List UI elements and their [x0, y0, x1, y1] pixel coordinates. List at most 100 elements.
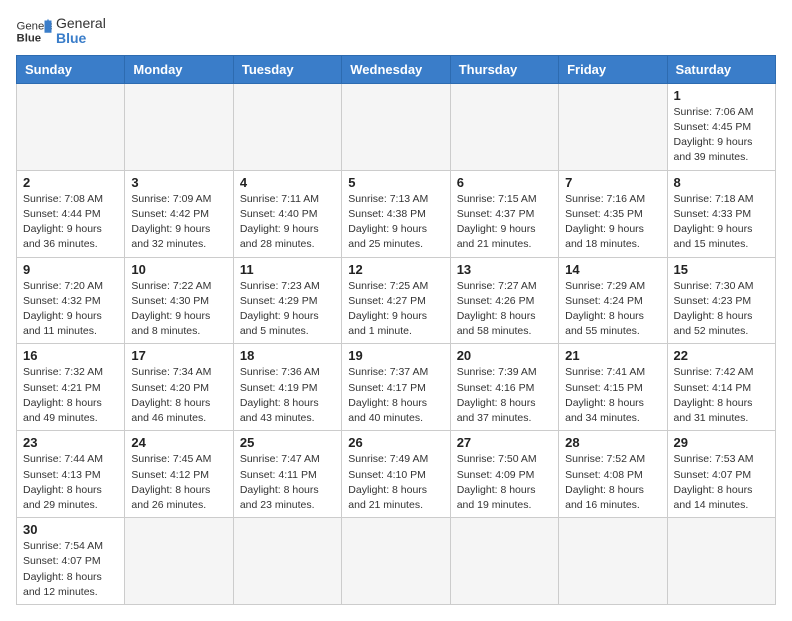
calendar-cell: 18 Sunrise: 7:36 AM Sunset: 4:19 PM Dayli…	[233, 344, 341, 431]
day-info: Sunrise: 7:34 AM Sunset: 4:20 PM Dayligh…	[131, 365, 226, 426]
calendar-cell: 13 Sunrise: 7:27 AM Sunset: 4:26 PM Dayli…	[450, 257, 558, 344]
day-number: 8	[674, 175, 769, 190]
day-number: 1	[674, 88, 769, 103]
calendar-cell	[125, 83, 233, 170]
calendar-cell: 28 Sunrise: 7:52 AM Sunset: 4:08 PM Dayli…	[559, 431, 667, 518]
day-number: 29	[674, 435, 769, 450]
day-info: Sunrise: 7:18 AM Sunset: 4:33 PM Dayligh…	[674, 192, 769, 253]
day-number: 20	[457, 348, 552, 363]
calendar-cell: 30Sunrise: 7:54 AM Sunset: 4:07 PM Dayli…	[17, 518, 125, 605]
calendar-cell: 9Sunrise: 7:20 AM Sunset: 4:32 PM Daylig…	[17, 257, 125, 344]
day-info: Sunrise: 7:09 AM Sunset: 4:42 PM Dayligh…	[131, 192, 226, 253]
day-info: Sunrise: 7:06 AM Sunset: 4:45 PM Dayligh…	[674, 105, 769, 166]
calendar-cell	[125, 518, 233, 605]
calendar-cell: 23Sunrise: 7:44 AM Sunset: 4:13 PM Dayli…	[17, 431, 125, 518]
calendar-cell: 20Sunrise: 7:39 AM Sunset: 4:16 PM Dayli…	[450, 344, 558, 431]
weekday-header-row: SundayMondayTuesdayWednesdayThursdayFrid…	[17, 55, 776, 83]
day-number: 18	[240, 348, 335, 363]
calendar-cell	[17, 83, 125, 170]
day-number: 28	[565, 435, 660, 450]
calendar-cell: 22 Sunrise: 7:42 AM Sunset: 4:14 PM Dayli…	[667, 344, 775, 431]
day-number: 4	[240, 175, 335, 190]
day-number: 27	[457, 435, 552, 450]
day-info: Sunrise: 7:20 AM Sunset: 4:32 PM Dayligh…	[23, 279, 118, 340]
calendar-cell	[559, 518, 667, 605]
day-number: 12	[348, 262, 443, 277]
day-info: Sunrise: 7:42 AM Sunset: 4:14 PM Dayligh…	[674, 365, 769, 426]
day-number: 16	[23, 348, 118, 363]
day-info: Sunrise: 7:41 AM Sunset: 4:15 PM Dayligh…	[565, 365, 660, 426]
calendar-cell: 16 Sunrise: 7:32 AM Sunset: 4:21 PM Dayli…	[17, 344, 125, 431]
week-row-1: 1 Sunrise: 7:06 AM Sunset: 4:45 PM Daylig…	[17, 83, 776, 170]
calendar-cell: 19Sunrise: 7:37 AM Sunset: 4:17 PM Dayli…	[342, 344, 450, 431]
day-info: Sunrise: 7:15 AM Sunset: 4:37 PM Dayligh…	[457, 192, 552, 253]
day-info: Sunrise: 7:52 AM Sunset: 4:08 PM Dayligh…	[565, 452, 660, 513]
calendar-cell: 29 Sunrise: 7:53 AM Sunset: 4:07 PM Dayli…	[667, 431, 775, 518]
calendar-table: SundayMondayTuesdayWednesdayThursdayFrid…	[16, 55, 776, 605]
day-info: Sunrise: 7:54 AM Sunset: 4:07 PM Dayligh…	[23, 539, 118, 600]
day-number: 15	[674, 262, 769, 277]
day-number: 22	[674, 348, 769, 363]
calendar-cell	[342, 83, 450, 170]
week-row-2: 2Sunrise: 7:08 AM Sunset: 4:44 PM Daylig…	[17, 170, 776, 257]
day-number: 17	[131, 348, 226, 363]
calendar-cell: 6Sunrise: 7:15 AM Sunset: 4:37 PM Daylig…	[450, 170, 558, 257]
calendar-cell	[667, 518, 775, 605]
calendar-cell: 25 Sunrise: 7:47 AM Sunset: 4:11 PM Dayli…	[233, 431, 341, 518]
day-number: 26	[348, 435, 443, 450]
weekday-friday: Friday	[559, 55, 667, 83]
calendar-cell: 10Sunrise: 7:22 AM Sunset: 4:30 PM Dayli…	[125, 257, 233, 344]
calendar-cell: 1 Sunrise: 7:06 AM Sunset: 4:45 PM Daylig…	[667, 83, 775, 170]
day-number: 21	[565, 348, 660, 363]
calendar-cell: 12 Sunrise: 7:25 AM Sunset: 4:27 PM Dayli…	[342, 257, 450, 344]
day-number: 23	[23, 435, 118, 450]
calendar-cell: 26 Sunrise: 7:49 AM Sunset: 4:10 PM Dayli…	[342, 431, 450, 518]
day-info: Sunrise: 7:47 AM Sunset: 4:11 PM Dayligh…	[240, 452, 335, 513]
calendar-cell	[342, 518, 450, 605]
day-info: Sunrise: 7:37 AM Sunset: 4:17 PM Dayligh…	[348, 365, 443, 426]
day-number: 7	[565, 175, 660, 190]
weekday-sunday: Sunday	[17, 55, 125, 83]
svg-text:Blue: Blue	[17, 33, 42, 45]
day-info: Sunrise: 7:53 AM Sunset: 4:07 PM Dayligh…	[674, 452, 769, 513]
weekday-monday: Monday	[125, 55, 233, 83]
week-row-3: 9Sunrise: 7:20 AM Sunset: 4:32 PM Daylig…	[17, 257, 776, 344]
day-info: Sunrise: 7:23 AM Sunset: 4:29 PM Dayligh…	[240, 279, 335, 340]
week-row-6: 30Sunrise: 7:54 AM Sunset: 4:07 PM Dayli…	[17, 518, 776, 605]
header: General Blue General Blue	[16, 16, 776, 47]
day-number: 10	[131, 262, 226, 277]
calendar-cell: 15 Sunrise: 7:30 AM Sunset: 4:23 PM Dayli…	[667, 257, 775, 344]
calendar-body: 1 Sunrise: 7:06 AM Sunset: 4:45 PM Daylig…	[17, 83, 776, 604]
calendar-cell: 5Sunrise: 7:13 AM Sunset: 4:38 PM Daylig…	[342, 170, 450, 257]
day-info: Sunrise: 7:36 AM Sunset: 4:19 PM Dayligh…	[240, 365, 335, 426]
calendar-cell: 17 Sunrise: 7:34 AM Sunset: 4:20 PM Dayli…	[125, 344, 233, 431]
calendar-cell	[450, 518, 558, 605]
day-info: Sunrise: 7:30 AM Sunset: 4:23 PM Dayligh…	[674, 279, 769, 340]
calendar-cell: 3 Sunrise: 7:09 AM Sunset: 4:42 PM Daylig…	[125, 170, 233, 257]
calendar-cell: 27 Sunrise: 7:50 AM Sunset: 4:09 PM Dayli…	[450, 431, 558, 518]
day-number: 5	[348, 175, 443, 190]
day-info: Sunrise: 7:32 AM Sunset: 4:21 PM Dayligh…	[23, 365, 118, 426]
calendar-cell	[559, 83, 667, 170]
day-number: 25	[240, 435, 335, 450]
calendar-cell: 8 Sunrise: 7:18 AM Sunset: 4:33 PM Daylig…	[667, 170, 775, 257]
day-number: 13	[457, 262, 552, 277]
day-info: Sunrise: 7:49 AM Sunset: 4:10 PM Dayligh…	[348, 452, 443, 513]
day-number: 3	[131, 175, 226, 190]
calendar-cell	[233, 518, 341, 605]
day-info: Sunrise: 7:50 AM Sunset: 4:09 PM Dayligh…	[457, 452, 552, 513]
day-number: 24	[131, 435, 226, 450]
day-info: Sunrise: 7:29 AM Sunset: 4:24 PM Dayligh…	[565, 279, 660, 340]
weekday-tuesday: Tuesday	[233, 55, 341, 83]
week-row-4: 16 Sunrise: 7:32 AM Sunset: 4:21 PM Dayli…	[17, 344, 776, 431]
day-info: Sunrise: 7:27 AM Sunset: 4:26 PM Dayligh…	[457, 279, 552, 340]
day-info: Sunrise: 7:11 AM Sunset: 4:40 PM Dayligh…	[240, 192, 335, 253]
day-number: 2	[23, 175, 118, 190]
calendar-cell: 11 Sunrise: 7:23 AM Sunset: 4:29 PM Dayli…	[233, 257, 341, 344]
calendar-cell: 21 Sunrise: 7:41 AM Sunset: 4:15 PM Dayli…	[559, 344, 667, 431]
calendar-cell	[450, 83, 558, 170]
day-info: Sunrise: 7:25 AM Sunset: 4:27 PM Dayligh…	[348, 279, 443, 340]
weekday-thursday: Thursday	[450, 55, 558, 83]
calendar-cell: 7Sunrise: 7:16 AM Sunset: 4:35 PM Daylig…	[559, 170, 667, 257]
day-number: 11	[240, 262, 335, 277]
